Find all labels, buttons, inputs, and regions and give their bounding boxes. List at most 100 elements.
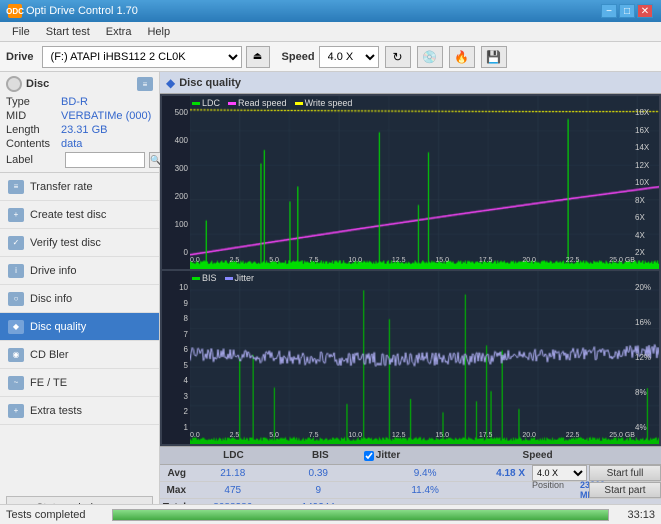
- sidebar-item-extra-tests[interactable]: + Extra tests: [0, 397, 159, 425]
- minimize-button[interactable]: −: [601, 4, 617, 18]
- type-value: BD-R: [61, 96, 88, 108]
- chart2-y-4: 6: [162, 345, 188, 354]
- content-area: ◆ Disc quality 500 400 300 200 100 0 18X: [160, 72, 661, 524]
- chart1-canvas: [190, 96, 659, 269]
- chart1-x-5: 12.5: [392, 257, 406, 269]
- main-layout: Disc ≡ Type BD-R MID VERBATIMe (000) Len…: [0, 72, 661, 524]
- chart2-x-0: 0.0: [190, 432, 200, 444]
- stats-max-label: Max: [160, 485, 190, 496]
- stats-avg-jitter: 9.4%: [361, 468, 489, 479]
- chart1-x-2: 5.0: [269, 257, 279, 269]
- chart1-x-0: 0.0: [190, 257, 200, 269]
- menu-bar: File Start test Extra Help: [0, 22, 661, 42]
- jitter-checkbox[interactable]: [364, 451, 374, 461]
- chart1-y-label-0: 500: [162, 108, 188, 117]
- extra-tests-icon: +: [8, 404, 24, 418]
- save-button[interactable]: 💾: [481, 46, 507, 68]
- disc-label-input[interactable]: [65, 152, 145, 168]
- chart1-x-6: 15.0: [435, 257, 449, 269]
- contents-value: data: [61, 138, 82, 150]
- status-bar: Tests completed 33:13: [0, 504, 661, 524]
- chart2-x-10: 25.0 GB: [609, 432, 635, 444]
- progress-bar-fill: [113, 510, 608, 520]
- stats-header-row: LDC BIS Jitter Speed: [160, 447, 661, 465]
- chart1-yr-8: 2X: [635, 248, 659, 257]
- close-button[interactable]: ✕: [637, 4, 653, 18]
- disc-options-button[interactable]: ≡: [137, 77, 153, 91]
- chart2-yr-2: 12%: [635, 353, 659, 362]
- ldc-color: [192, 102, 200, 105]
- chart1-x-3: 7.5: [309, 257, 319, 269]
- speed-select[interactable]: 4.0 X: [319, 46, 379, 68]
- chart2-x-1: 2.5: [230, 432, 240, 444]
- chart1-yr-6: 6X: [635, 213, 659, 222]
- chart2-x-6: 15.0: [435, 432, 449, 444]
- disc-panel: Disc ≡ Type BD-R MID VERBATIMe (000) Len…: [0, 72, 159, 173]
- chart1-yr-5: 8X: [635, 196, 659, 205]
- chart1-container: 500 400 300 200 100 0 18X 16X 14X 12X 10…: [162, 96, 659, 269]
- drive-select[interactable]: (F:) ATAPI iHBS112 2 CL0K: [42, 46, 242, 68]
- stats-h-speed: Speed: [494, 450, 581, 461]
- stats-h-bis: BIS: [277, 450, 364, 461]
- disc-quality-icon: ◆: [8, 320, 24, 334]
- cd-bler-icon: ◉: [8, 348, 24, 362]
- maximize-button[interactable]: □: [619, 4, 635, 18]
- legend-ldc: LDC: [192, 98, 220, 108]
- transfer-rate-icon: ≡: [8, 180, 24, 194]
- chart2-x-2: 5.0: [269, 432, 279, 444]
- drive-label: Drive: [6, 51, 34, 63]
- sidebar-item-disc-quality[interactable]: ◆ Disc quality: [0, 313, 159, 341]
- position-label: Position: [532, 480, 580, 500]
- chart1-x-9: 22.5: [566, 257, 580, 269]
- sidebar-item-transfer-rate[interactable]: ≡ Transfer rate: [0, 173, 159, 201]
- eject-button[interactable]: ⏏: [246, 46, 270, 68]
- chart1-y-label-2: 300: [162, 164, 188, 173]
- chart2-y-3: 7: [162, 330, 188, 339]
- mid-value: VERBATIMe (000): [61, 110, 151, 122]
- app-icon: ODC: [8, 4, 22, 18]
- start-part-button[interactable]: Start part: [589, 482, 661, 498]
- chart2-legend: BIS Jitter: [192, 273, 254, 283]
- verify-test-disc-icon: ✓: [8, 236, 24, 250]
- sidebar-item-verify-test-disc[interactable]: ✓ Verify test disc: [0, 229, 159, 257]
- stats-h-jitter-check: Jitter: [364, 450, 494, 461]
- disc-icon-button[interactable]: 💿: [417, 46, 443, 68]
- chart2-container: 10 9 8 7 6 5 4 3 2 1 20% 16% 12% 8%: [162, 271, 659, 444]
- sidebar-item-cd-bler[interactable]: ◉ CD Bler: [0, 341, 159, 369]
- stats-avg-bis: 0.39: [276, 468, 362, 479]
- chart2-yr-1: 16%: [635, 318, 659, 327]
- title-bar: ODC Opti Drive Control 1.70 − □ ✕: [0, 0, 661, 22]
- disc-icon: [6, 76, 22, 92]
- speed-result-select[interactable]: 4.0 X: [532, 465, 587, 481]
- fe-te-icon: ~: [8, 376, 24, 390]
- chart2-y-1: 9: [162, 299, 188, 308]
- sidebar-item-disc-info[interactable]: ○ Disc info: [0, 285, 159, 313]
- charts-area: 500 400 300 200 100 0 18X 16X 14X 12X 10…: [160, 94, 661, 446]
- start-full-button[interactable]: Start full: [589, 465, 661, 481]
- chart2-y-0: 10: [162, 283, 188, 292]
- chart1-yr-0: 18X: [635, 108, 659, 117]
- stats-max-bis: 9: [276, 485, 362, 496]
- chart1-x-1: 2.5: [230, 257, 240, 269]
- status-text: Tests completed: [6, 509, 106, 521]
- menu-start-test[interactable]: Start test: [38, 24, 98, 40]
- chart2-y-2: 8: [162, 314, 188, 323]
- menu-help[interactable]: Help: [139, 24, 178, 40]
- sidebar-item-create-test-disc[interactable]: + Create test disc: [0, 201, 159, 229]
- app-title: Opti Drive Control 1.70: [26, 5, 138, 17]
- menu-file[interactable]: File: [4, 24, 38, 40]
- chart2-x-3: 7.5: [309, 432, 319, 444]
- chart1-y-label-4: 100: [162, 220, 188, 229]
- chart2-y-5: 5: [162, 361, 188, 370]
- refresh-button[interactable]: ↻: [385, 46, 411, 68]
- burn-button[interactable]: 🔥: [449, 46, 475, 68]
- sidebar-item-drive-info[interactable]: i Drive info: [0, 257, 159, 285]
- disc-section-title: Disc: [26, 78, 49, 90]
- chart2-y-7: 3: [162, 392, 188, 401]
- sidebar-item-fe-te[interactable]: ~ FE / TE: [0, 369, 159, 397]
- chart1-yr-1: 16X: [635, 126, 659, 135]
- drive-toolbar: Drive (F:) ATAPI iHBS112 2 CL0K ⏏ Speed …: [0, 42, 661, 72]
- menu-extra[interactable]: Extra: [98, 24, 140, 40]
- chart2-x-7: 17.5: [479, 432, 493, 444]
- quality-title-icon: ◆: [166, 76, 175, 90]
